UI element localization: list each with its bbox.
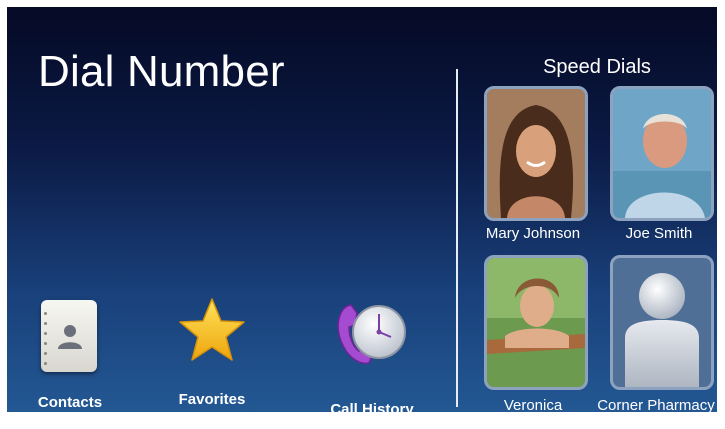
star-icon (179, 298, 245, 361)
page-title: Dial Number (38, 47, 285, 96)
person-placeholder-icon (625, 273, 699, 387)
call-history-label: Call History (330, 401, 414, 412)
divider (456, 69, 458, 407)
speed-dial-joe-smith[interactable] (610, 86, 714, 221)
address-book-icon (41, 300, 97, 372)
contacts-button[interactable]: Contacts (23, 293, 117, 411)
young-woman-portrait-photo (487, 258, 585, 387)
speed-dial-veronica[interactable] (484, 255, 588, 390)
speed-dial-name: Mary Johnson (485, 225, 581, 242)
speed-dials-heading: Speed Dials (543, 56, 651, 78)
favorites-label: Favorites (178, 391, 246, 408)
speed-dial-mary-johnson[interactable] (484, 86, 588, 221)
speed-dial-name: Joe Smith (625, 225, 693, 242)
call-history-button[interactable]: Call History (317, 293, 427, 412)
phone-clock-icon (337, 304, 406, 365)
favorites-button[interactable]: Favorites (162, 293, 262, 408)
older-man-portrait-photo (613, 89, 711, 218)
speed-dial-corner-pharmacy[interactable] (610, 255, 714, 390)
woman-portrait-photo (487, 89, 585, 218)
speed-dial-name: Corner Pharmacy (597, 397, 715, 412)
dial-screen: Dial Number Contacts Favorites Call Hist… (7, 7, 717, 412)
speed-dial-name: Veronica (503, 397, 563, 412)
contacts-label: Contacts (37, 394, 103, 411)
